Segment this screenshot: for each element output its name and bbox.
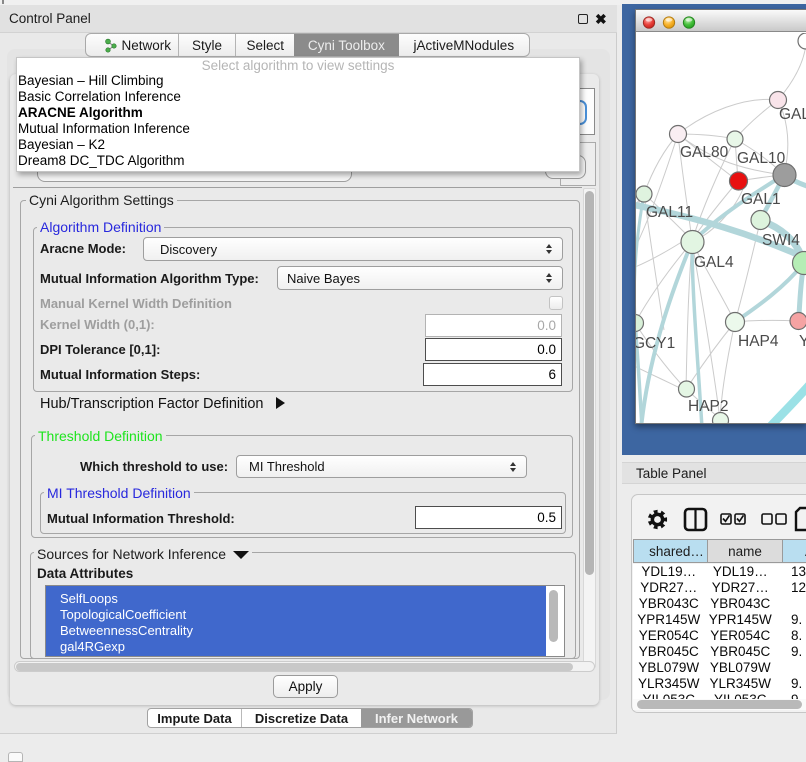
svg-text:GAL1: GAL1	[741, 191, 781, 208]
svg-text:HAP4: HAP4	[738, 333, 779, 350]
svg-text:GCY1: GCY1	[636, 335, 675, 352]
svg-text:GAL10: GAL10	[737, 150, 786, 167]
svg-text:Y: Y	[799, 333, 806, 350]
svg-text:GAL11: GAL11	[646, 204, 693, 221]
svg-text:SWI4: SWI4	[762, 232, 800, 249]
svg-text:GAL80: GAL80	[680, 144, 729, 161]
svg-text:GAL4: GAL4	[694, 254, 734, 271]
svg-text:GAL: GAL	[779, 106, 806, 123]
svg-text:HAP2: HAP2	[688, 398, 729, 415]
